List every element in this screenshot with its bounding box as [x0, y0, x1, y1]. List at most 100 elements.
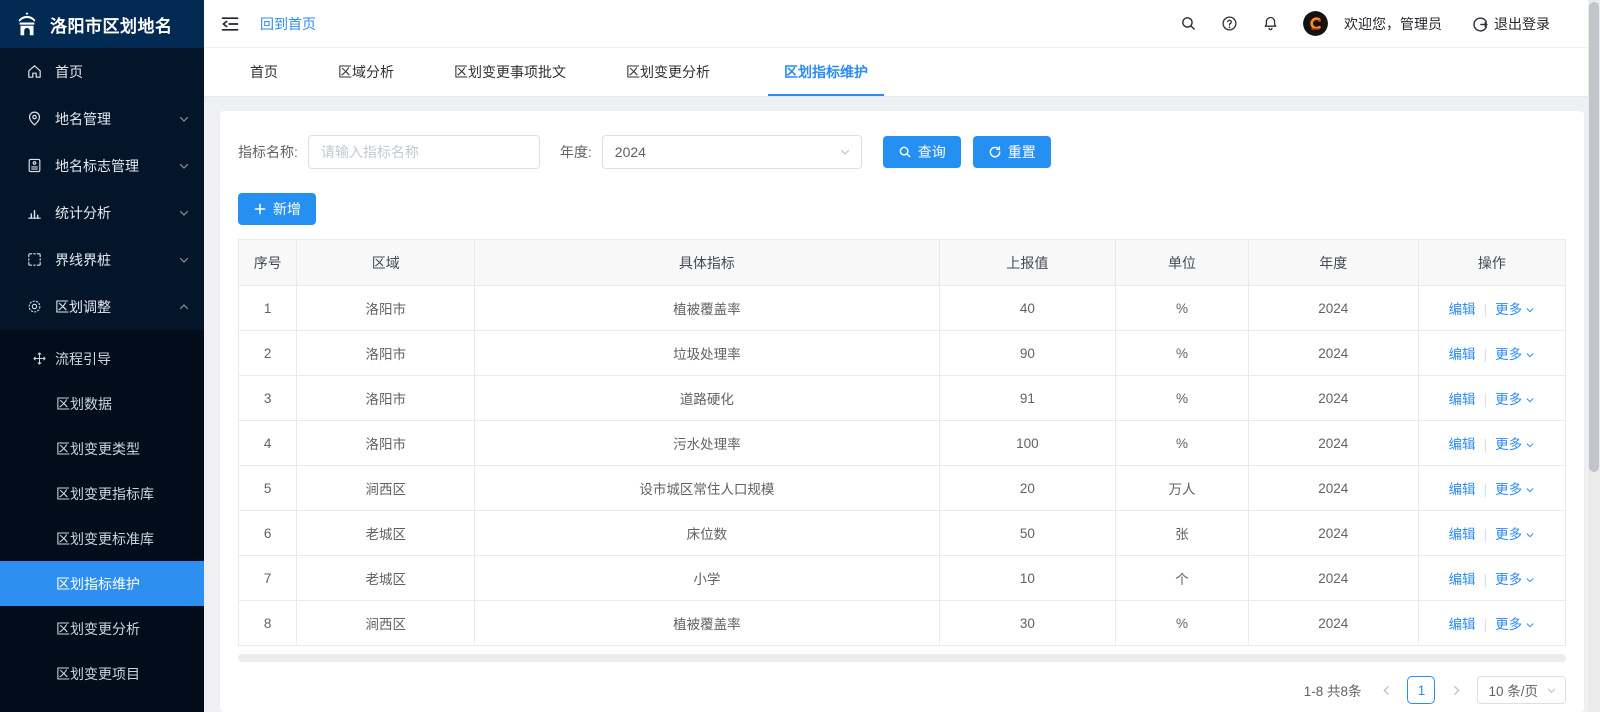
tab-首页[interactable]: 首页: [248, 62, 280, 96]
search-icon[interactable]: [1180, 15, 1197, 32]
chevron-down-icon: [1525, 440, 1535, 450]
location-pin-icon: [26, 110, 43, 127]
cell-actions: 编辑|更多: [1418, 331, 1565, 376]
avatar[interactable]: [1303, 11, 1328, 36]
tab-区划变更分析[interactable]: 区划变更分析: [624, 62, 712, 96]
main-area: 回到首页 欢迎您，管理员 退出: [204, 0, 1600, 712]
sidebar-item-区划变更项目[interactable]: 区划变更项目: [0, 651, 204, 696]
bar-chart-icon: [26, 204, 43, 221]
sidebar-menu: 首页地名管理地名标志管理统计分析界线界桩区划调整流程引导区划数据区划变更类型区划…: [0, 48, 204, 712]
edit-link[interactable]: 编辑: [1449, 527, 1476, 542]
cell-year: 2024: [1248, 601, 1418, 646]
more-link[interactable]: 更多: [1495, 572, 1535, 587]
vertical-scrollbar-thumb[interactable]: [1589, 2, 1599, 472]
sidebar-item-label: 流程引导: [55, 349, 111, 369]
sidebar-item-流程引导[interactable]: 流程引导: [0, 336, 204, 381]
year-label: 年度:: [560, 142, 592, 162]
indicator-table-wrap: 序号区域具体指标上报值单位年度操作1洛阳市植被覆盖率40%2024编辑|更多2洛…: [238, 239, 1566, 662]
sidebar-item-区划调整[interactable]: 区划调整: [0, 283, 204, 330]
edit-link[interactable]: 编辑: [1449, 617, 1476, 632]
app-title: 洛阳市区划地名: [50, 12, 173, 37]
table-row: 4洛阳市污水处理率100%2024编辑|更多: [239, 421, 1566, 466]
logout-button[interactable]: 退出登录: [1472, 14, 1550, 34]
cell-unit: 张: [1116, 511, 1249, 556]
reset-button[interactable]: 重置: [973, 136, 1051, 168]
next-page-icon[interactable]: [1445, 677, 1467, 703]
sidebar-item-label: 区划变更类型: [56, 439, 140, 459]
cell-region: 涧西区: [297, 601, 475, 646]
sidebar-item-label: 地名标志管理: [55, 156, 178, 176]
vertical-scrollbar[interactable]: [1588, 0, 1600, 712]
edit-link[interactable]: 编辑: [1449, 347, 1476, 362]
chevron-down-icon: [1525, 575, 1535, 585]
logout-label: 退出登录: [1494, 14, 1550, 34]
more-link[interactable]: 更多: [1495, 347, 1535, 362]
sidebar-item-区划数据[interactable]: 区划数据: [0, 381, 204, 426]
search-button[interactable]: 查询: [883, 136, 961, 168]
toolbar: 新增: [238, 193, 1566, 225]
sidebar-item-地名管理[interactable]: 地名管理: [0, 95, 204, 142]
help-icon[interactable]: [1221, 15, 1238, 32]
sidebar-item-首页[interactable]: 首页: [0, 48, 204, 95]
column-header-操作: 操作: [1418, 240, 1565, 286]
more-link[interactable]: 更多: [1495, 437, 1535, 452]
edit-link[interactable]: 编辑: [1449, 302, 1476, 317]
sidebar-item-区划变更指标库[interactable]: 区划变更指标库: [0, 471, 204, 516]
cell-value: 50: [939, 511, 1115, 556]
table-horizontal-scrollbar[interactable]: [238, 654, 1566, 662]
action-separator: |: [1484, 302, 1488, 317]
indicator-name-input[interactable]: [308, 135, 540, 169]
more-link[interactable]: 更多: [1495, 392, 1535, 407]
more-link[interactable]: 更多: [1495, 302, 1535, 317]
indicator-name-label: 指标名称:: [238, 142, 298, 162]
year-select[interactable]: 2024: [602, 135, 862, 169]
cell-actions: 编辑 | 更多: [1418, 511, 1565, 556]
cell-region: 涧西区: [297, 466, 475, 511]
add-button[interactable]: 新增: [238, 193, 316, 225]
sidebar-item-label: 区划变更项目: [56, 664, 140, 684]
welcome-text: 欢迎您，管理员: [1344, 14, 1442, 34]
action-separator: |: [1484, 617, 1488, 632]
sidebar-item-区划变更类型[interactable]: 区划变更类型: [0, 426, 204, 471]
more-link[interactable]: 更多: [1495, 527, 1535, 542]
reset-button-label: 重置: [1008, 142, 1036, 162]
column-header-序号: 序号: [239, 240, 297, 286]
sidebar-item-label: 区划变更标准库: [56, 529, 154, 549]
page-size-select[interactable]: 10 条/页: [1477, 676, 1566, 704]
back-home-link[interactable]: 回到首页: [260, 14, 316, 34]
cell-unit: %: [1116, 601, 1249, 646]
pagination-total: 1-8 共8条: [1304, 680, 1362, 700]
notifications-bell-icon[interactable]: [1262, 15, 1279, 32]
cell-year: 2024: [1248, 466, 1418, 511]
edit-link[interactable]: 编辑: [1449, 437, 1476, 452]
table-row: 8涧西区植被覆盖率30%2024编辑|更多: [239, 601, 1566, 646]
sidebar-item-label: 首页: [55, 62, 190, 82]
sidebar-item-区划变更分析[interactable]: 区划变更分析: [0, 606, 204, 651]
cell-year: 2024: [1248, 331, 1418, 376]
edit-link[interactable]: 编辑: [1449, 482, 1476, 497]
cell-year: 2024: [1248, 511, 1418, 556]
sidebar-item-界线界桩[interactable]: 界线界桩: [0, 236, 204, 283]
action-separator: |: [1484, 527, 1488, 542]
sidebar-item-地名标志管理[interactable]: 地名标志管理: [0, 142, 204, 189]
tab-区域分析[interactable]: 区域分析: [336, 62, 396, 96]
more-link[interactable]: 更多: [1495, 482, 1535, 497]
page-number-button[interactable]: 1: [1407, 676, 1435, 704]
edit-link[interactable]: 编辑: [1449, 392, 1476, 407]
sidebar-item-区划指标维护[interactable]: 区划指标维护: [0, 561, 204, 606]
tab-区划指标维护[interactable]: 区划指标维护: [768, 62, 884, 96]
cell-region: 老城区: [297, 556, 475, 601]
edit-link[interactable]: 编辑: [1449, 572, 1476, 587]
collapse-sidebar-icon[interactable]: [220, 14, 240, 34]
cell-index: 1: [239, 286, 297, 331]
sidebar-item-label: 区划指标维护: [56, 574, 140, 594]
prev-page-icon[interactable]: [1375, 677, 1397, 703]
table-row: 2洛阳市垃圾处理率90%2024编辑|更多: [239, 331, 1566, 376]
cell-indicator: 小学: [475, 556, 939, 601]
tab-区划变更事项批文[interactable]: 区划变更事项批文: [452, 62, 568, 96]
sidebar-item-区划变更标准库[interactable]: 区划变更标准库: [0, 516, 204, 561]
cell-index: 6: [239, 511, 297, 556]
cell-actions: 编辑|更多: [1418, 556, 1565, 601]
sidebar-item-统计分析[interactable]: 统计分析: [0, 189, 204, 236]
more-link[interactable]: 更多: [1495, 617, 1535, 632]
